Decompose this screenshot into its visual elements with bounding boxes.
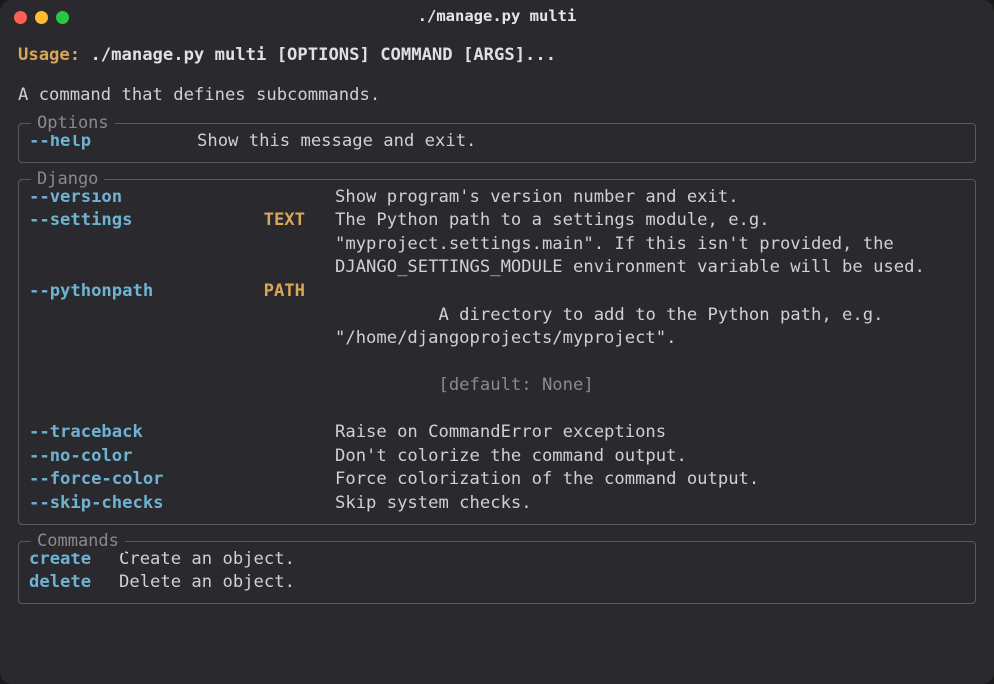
option-flag: --pythonpath (29, 280, 249, 304)
option-flag: --settings (29, 209, 249, 233)
commands-panel: Commands create Create an object. delete… (18, 541, 976, 604)
django-panel-title: Django (31, 168, 104, 191)
command-description: Delete an object. (119, 571, 965, 595)
option-flag: --traceback (29, 421, 249, 445)
option-description-text: A directory to add to the Python path, e… (335, 305, 894, 349)
option-description: Raise on CommandError exceptions (335, 421, 965, 445)
usage-args: ./manage.py multi [OPTIONS] COMMAND [ARG… (90, 45, 556, 65)
option-row: --force-color Force colorization of the … (29, 468, 965, 492)
minimize-icon[interactable] (35, 11, 48, 24)
option-row: --version Show program's version number … (29, 186, 965, 210)
command-description: Create an object. (119, 548, 965, 572)
option-description: Don't colorize the command output. (335, 445, 965, 469)
traffic-lights (14, 11, 69, 24)
option-row: --pythonpath PATH A directory to add to … (29, 280, 965, 421)
option-row: --skip-checks Skip system checks. (29, 492, 965, 516)
window-title: ./manage.py multi (0, 6, 994, 27)
option-row: --traceback Raise on CommandError except… (29, 421, 965, 445)
option-description: Show this message and exit. (197, 130, 965, 154)
command-row: delete Delete an object. (29, 571, 965, 595)
option-type: PATH (249, 280, 305, 304)
commands-panel-title: Commands (31, 530, 125, 553)
option-default: [default: None] (438, 375, 593, 395)
command-description: A command that defines subcommands. (18, 84, 976, 108)
close-icon[interactable] (14, 11, 27, 24)
option-type: TEXT (249, 209, 305, 233)
usage-line: Usage: ./manage.py multi [OPTIONS] COMMA… (18, 44, 976, 68)
command-row: create Create an object. (29, 548, 965, 572)
option-description: Force colorization of the command output… (335, 468, 965, 492)
option-row: --settings TEXT The Python path to a set… (29, 209, 965, 280)
option-description: The Python path to a settings module, e.… (335, 209, 965, 280)
titlebar: ./manage.py multi (0, 0, 994, 34)
option-description: Show program's version number and exit. (335, 186, 965, 210)
command-name: delete (29, 571, 119, 595)
option-row: --help Show this message and exit. (29, 130, 965, 154)
option-flag: --no-color (29, 445, 249, 469)
terminal-window: ./manage.py multi Usage: ./manage.py mul… (0, 0, 994, 684)
option-row: --no-color Don't colorize the command ou… (29, 445, 965, 469)
option-flag: --skip-checks (29, 492, 249, 516)
option-description: Skip system checks. (335, 492, 965, 516)
maximize-icon[interactable] (56, 11, 69, 24)
options-panel: Options --help Show this message and exi… (18, 123, 976, 163)
option-flag: --force-color (29, 468, 249, 492)
usage-label: Usage: (18, 45, 80, 65)
options-panel-title: Options (31, 112, 115, 135)
django-panel: Django --version Show program's version … (18, 179, 976, 525)
option-description: A directory to add to the Python path, e… (335, 280, 965, 421)
terminal-body: Usage: ./manage.py multi [OPTIONS] COMMA… (0, 34, 994, 618)
